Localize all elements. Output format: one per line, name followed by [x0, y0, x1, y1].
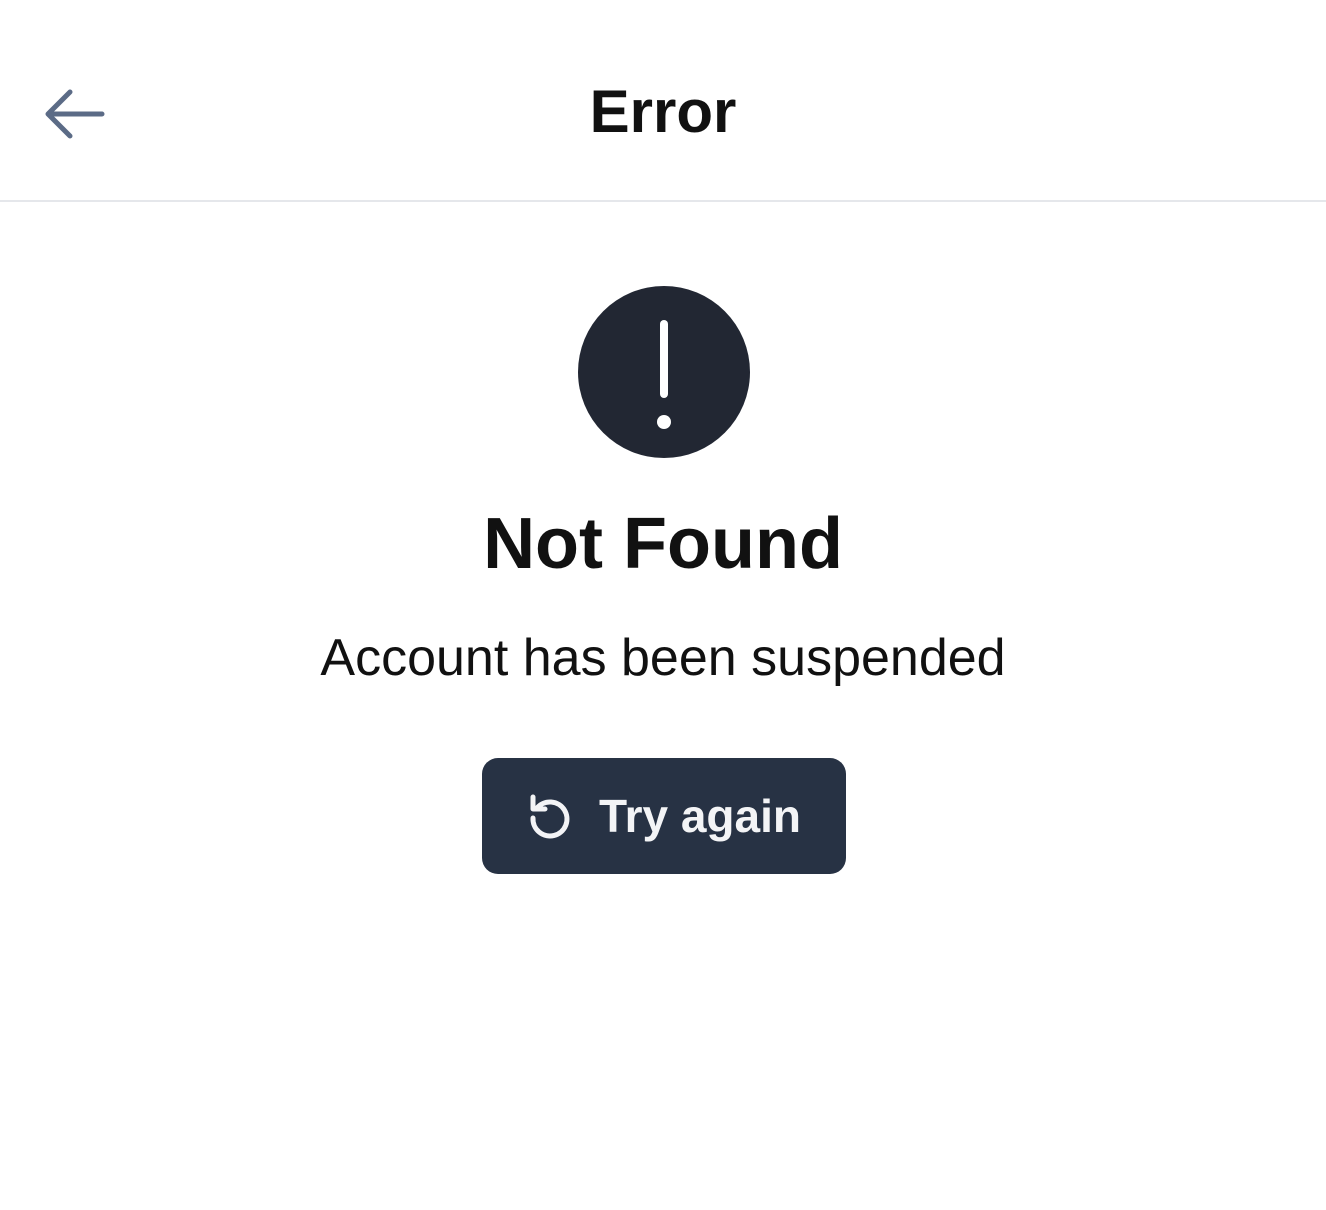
error-screen: Error Not Found Account has been suspend…: [0, 0, 1326, 1210]
page-title: Error: [589, 78, 737, 145]
error-message: Account has been suspended: [320, 629, 1006, 687]
header: Error: [0, 0, 1326, 202]
alert-exclamation-icon: [578, 286, 750, 458]
error-title: Not Found: [483, 504, 843, 584]
try-again-button[interactable]: Try again: [482, 758, 846, 874]
refresh-icon: [527, 793, 573, 839]
try-again-label: Try again: [599, 790, 801, 842]
